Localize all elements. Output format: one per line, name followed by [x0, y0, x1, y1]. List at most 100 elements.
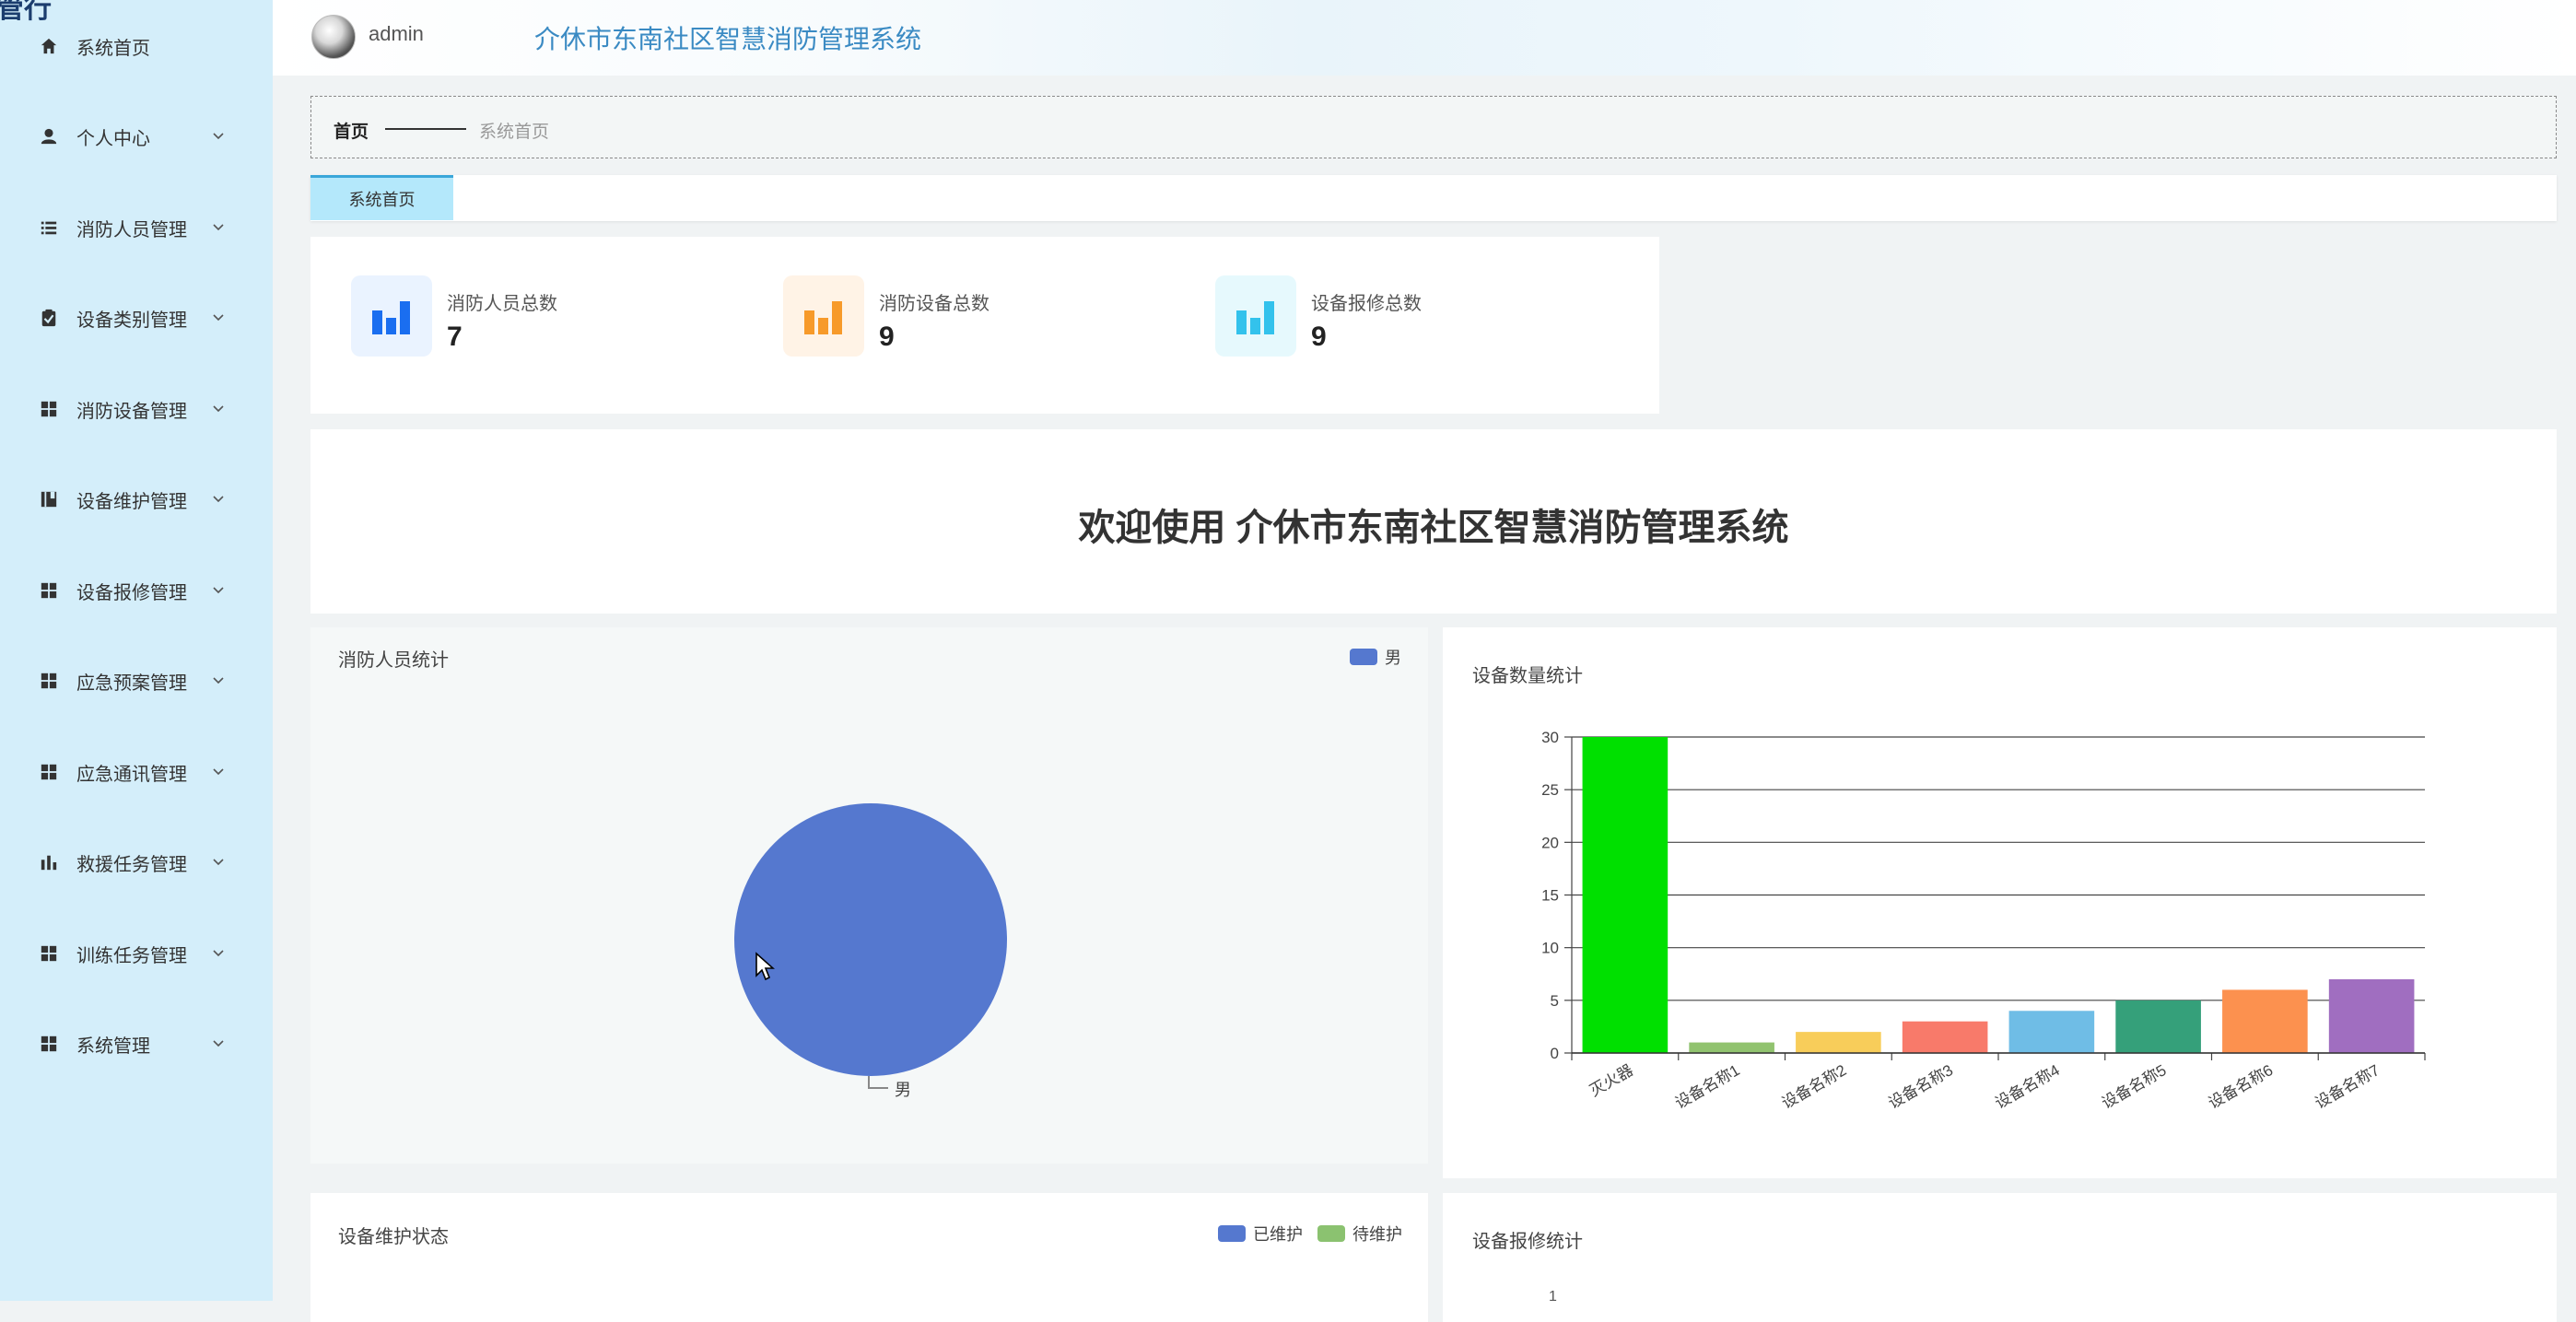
sidebar-item-label: 系统首页 [76, 38, 150, 59]
sidebar-item-label: 设备维护管理 [76, 491, 187, 512]
header: admin 介休市东南社区智慧消防管理系统 [273, 0, 2576, 76]
breadcrumb-home[interactable]: 首页 [334, 118, 369, 143]
y-tick-label: 1 [1549, 1289, 1557, 1304]
legend-swatch [1317, 1225, 1345, 1242]
breadcrumb-separator [385, 128, 466, 130]
sidebar-item-label: 训练任务管理 [76, 945, 187, 966]
personnel-chart-panel: 消防人员统计 男 男 [310, 627, 1428, 1164]
breadcrumb-current: 系统首页 [479, 123, 550, 142]
sidebar-item-4[interactable]: 消防设备管理 [0, 381, 273, 437]
mouse-cursor-icon [755, 952, 775, 981]
y-tick-label: 25 [1541, 781, 1559, 799]
sidebar-item-label: 设备报修管理 [76, 582, 187, 603]
bar-chart-icon [39, 852, 59, 872]
y-tick-label: 15 [1541, 887, 1559, 905]
sidebar-item-6[interactable]: 设备报修管理 [0, 563, 273, 618]
stat-value: 9 [879, 322, 895, 352]
bar[interactable] [1796, 1032, 1881, 1053]
bar[interactable] [2008, 1011, 2095, 1053]
sidebar-item-0[interactable]: 系统首页 [0, 18, 273, 74]
sidebar-item-10[interactable]: 训练任务管理 [0, 926, 273, 981]
sidebar-item-label: 救援任务管理 [76, 854, 187, 875]
stat-label: 消防设备总数 [879, 294, 989, 314]
x-tick-label: 设备名称6 [2206, 1061, 2277, 1112]
chevron-down-icon [211, 855, 226, 870]
equipment-chart-panel: 设备数量统计 0 5 10 15 20 25 30 灭火器 设备名称1 设备名称2 设备名称3 设备名… [1443, 627, 2557, 1178]
sidebar-item-label: 应急预案管理 [76, 673, 187, 694]
clipboard-check-icon [39, 308, 59, 328]
maintenance-chart-panel: 设备维护状态 已维护 待维护 [310, 1193, 1428, 1322]
sidebar-item-label: 个人中心 [76, 128, 150, 149]
chevron-down-icon [211, 220, 226, 235]
bar-chart-icon [783, 275, 864, 357]
bar[interactable] [1582, 737, 1669, 1053]
panel-title: 设备维护状态 [338, 1227, 449, 1247]
panel-title: 设备报修统计 [1472, 1232, 1583, 1252]
x-tick-label: 设备名称1 [1672, 1061, 1743, 1112]
home-icon [39, 36, 59, 56]
username[interactable]: admin [369, 22, 424, 46]
legend-label: 已维护 [1253, 1225, 1303, 1244]
legend-item-pending[interactable]: 待维护 [1317, 1222, 1402, 1246]
grid-icon [39, 1034, 59, 1054]
repair-chart-panel: 设备报修统计 1 [1443, 1193, 2557, 1322]
sidebar: 管行 系统首页 个人中心 消防人员管理 设备类别管理 消防设备管理 设备维护管理 设备报修管… [0, 0, 273, 1301]
user-icon [39, 126, 59, 146]
chevron-down-icon [211, 583, 226, 598]
grid-icon [39, 671, 59, 691]
sidebar-item-3[interactable]: 设备类别管理 [0, 290, 273, 345]
chevron-down-icon [211, 1036, 226, 1051]
chevron-down-icon [211, 310, 226, 325]
grid-icon [39, 943, 59, 964]
y-tick-label: 30 [1541, 729, 1559, 746]
sidebar-item-1[interactable]: 个人中心 [0, 109, 273, 164]
chevron-down-icon [211, 946, 226, 961]
y-tick-label: 10 [1541, 940, 1559, 957]
sidebar-item-5[interactable]: 设备维护管理 [0, 472, 273, 527]
legend-item-maintained[interactable]: 已维护 [1218, 1222, 1303, 1246]
y-tick-label: 5 [1551, 992, 1559, 1010]
tab-bar: 系统首页 [310, 175, 2557, 221]
bar[interactable] [2328, 978, 2415, 1053]
bar-chart: 0 5 10 15 20 25 30 灭火器 设备名称1 设备名称2 设备名称3 设备名称4 设备名称5… [1541, 729, 2426, 1112]
bar[interactable] [1689, 1042, 1774, 1053]
x-tick-label: 设备名称3 [1886, 1061, 1957, 1112]
pie-slice[interactable] [734, 803, 1007, 1076]
bar[interactable] [2115, 1000, 2201, 1053]
chevron-down-icon [211, 673, 226, 688]
welcome-title: 欢迎使用 介休市东南社区智慧消防管理系统 [1078, 508, 1789, 548]
list-icon [39, 217, 59, 238]
sidebar-item-label: 系统管理 [76, 1035, 150, 1057]
stat-label: 消防人员总数 [447, 294, 557, 314]
chevron-down-icon [211, 765, 226, 779]
x-tick-label: 设备名称7 [2313, 1061, 2383, 1112]
sidebar-item-label: 消防设备管理 [76, 401, 187, 422]
stat-value: 7 [447, 322, 463, 352]
avatar[interactable] [311, 15, 356, 59]
legend-label: 待维护 [1352, 1225, 1402, 1244]
bar-chart-icon [351, 275, 432, 357]
sidebar-item-9[interactable]: 救援任务管理 [0, 835, 273, 890]
bar[interactable] [2222, 989, 2308, 1053]
x-tick-label: 设备名称2 [1779, 1061, 1850, 1112]
chevron-down-icon [211, 492, 226, 507]
stat-value: 9 [1311, 322, 1327, 352]
sidebar-item-7[interactable]: 应急预案管理 [0, 653, 273, 708]
welcome-banner: 欢迎使用 介休市东南社区智慧消防管理系统 [310, 429, 2557, 614]
x-tick-label: 设备名称4 [1992, 1061, 2063, 1112]
chevron-down-icon [211, 129, 226, 144]
sidebar-item-2[interactable]: 消防人员管理 [0, 200, 273, 255]
book-icon [39, 489, 59, 509]
pie-slice-label: 男 [895, 1081, 911, 1099]
sidebar-item-11[interactable]: 系统管理 [0, 1016, 273, 1071]
legend-swatch [1218, 1225, 1246, 1242]
x-tick-label: 灭火器 [1587, 1061, 1636, 1100]
y-tick-label: 20 [1541, 834, 1559, 851]
pie-label-line [868, 1076, 888, 1089]
grid-icon [39, 399, 59, 419]
grid-icon [39, 580, 59, 601]
bar[interactable] [1902, 1021, 1988, 1053]
sidebar-item-8[interactable]: 应急通讯管理 [0, 744, 273, 800]
bar-chart-icon [1215, 275, 1296, 357]
tab-home[interactable]: 系统首页 [310, 175, 453, 220]
